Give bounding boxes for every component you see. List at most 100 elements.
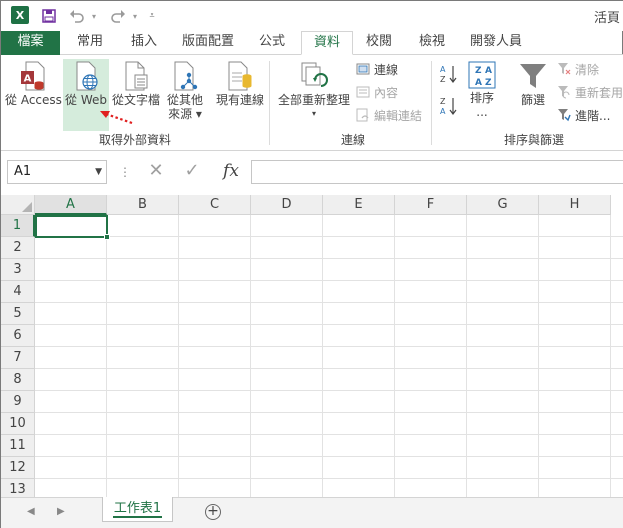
tab-data[interactable]: 資料 — [301, 31, 353, 55]
properties-label: 內容 — [374, 85, 399, 100]
column-header[interactable]: B — [107, 195, 179, 215]
sort-a-to-z-button[interactable]: A Z — [437, 63, 461, 85]
customize-qat-icon[interactable]: ⩡ — [146, 6, 158, 26]
column-header[interactable]: H — [539, 195, 611, 215]
tab-developer[interactable]: 開發人員 — [461, 31, 531, 55]
ribbon-tabs: 檔案 常用 插入 版面配置 公式 資料 校閱 檢視 開發人員 — [1, 31, 623, 55]
add-sheet-icon[interactable]: + — [205, 504, 221, 520]
filter-funnel-icon — [520, 64, 546, 88]
other-sources-icon — [174, 61, 198, 91]
sort-az-icon: A Z — [440, 65, 457, 84]
tab-file[interactable]: 檔案 — [1, 31, 60, 55]
column-header[interactable]: G — [467, 195, 539, 215]
undo-dropdown-icon[interactable]: ▾ — [88, 6, 100, 26]
sheet-tab-bar: ◀ ▶ 工作表1 + — [1, 497, 623, 528]
save-icon[interactable] — [39, 6, 59, 26]
connections-button[interactable]: 連線 — [356, 60, 398, 78]
sheet-tab-label: 工作表1 — [113, 501, 162, 516]
scroll-sheets-left-icon[interactable]: ◀ — [27, 506, 35, 517]
ribbon-data: A 從 Access 從 Web 從文字檔 從其他 來源 ▾ 現有連線 取得外部… — [1, 55, 623, 151]
from-access-button[interactable]: A 從 Access — [5, 59, 62, 119]
column-header[interactable]: F — [395, 195, 467, 215]
select-all-button[interactable] — [1, 195, 35, 215]
group-separator — [431, 61, 432, 145]
formula-bar: A1 ▼ ⋮ ✕ ✓ fx — [1, 151, 623, 195]
active-cell-a1[interactable] — [35, 215, 110, 240]
reapply-button[interactable]: 重新套用 — [557, 83, 623, 101]
tab-page-layout[interactable]: 版面配置 — [173, 31, 243, 55]
worksheet-grid: A B C D E F G H 1 2 3 4 5 6 7 8 9 10 11 … — [1, 195, 623, 497]
row-header[interactable]: 7 — [1, 347, 35, 369]
properties-button[interactable]: 內容 — [356, 83, 398, 101]
row-header[interactable]: 10 — [1, 413, 35, 435]
properties-icon — [356, 86, 370, 98]
sort-sublabel: ... — [476, 105, 488, 119]
row-header[interactable]: 8 — [1, 369, 35, 391]
edit-links-icon — [356, 108, 369, 122]
tab-formulas[interactable]: 公式 — [246, 31, 298, 55]
insert-function-button[interactable]: fx — [213, 160, 249, 184]
sort-z-to-a-button[interactable]: Z A — [437, 95, 461, 117]
from-other-label-1: 從其他 — [166, 93, 203, 107]
row-header[interactable]: 12 — [1, 457, 35, 479]
column-header[interactable]: E — [323, 195, 395, 215]
tab-home[interactable]: 常用 — [64, 31, 116, 55]
existing-connections-button[interactable]: 現有連線 — [213, 59, 267, 119]
confirm-entry-icon[interactable]: ✓ — [177, 160, 207, 184]
web-icon — [76, 61, 98, 91]
row-header[interactable]: 6 — [1, 325, 35, 347]
connections-icon — [356, 63, 370, 75]
tab-view[interactable]: 檢視 — [406, 31, 458, 55]
group-label-connections: 連線 — [341, 133, 366, 147]
svg-text:A: A — [440, 107, 446, 116]
svg-text:Z: Z — [440, 75, 446, 84]
sheet-tab-1[interactable]: 工作表1 — [102, 497, 173, 522]
svg-text:A: A — [440, 65, 446, 74]
title-bar: X ▾ ▾ ⩡ 活頁 — [1, 1, 623, 31]
row-header[interactable]: 2 — [1, 237, 35, 259]
tab-review[interactable]: 校閱 — [353, 31, 405, 55]
undo-icon[interactable] — [67, 6, 87, 26]
advanced-filter-button[interactable]: 進階... — [557, 106, 610, 124]
access-icon: A — [21, 61, 45, 91]
filter-button[interactable]: 篩選 — [515, 59, 551, 119]
cancel-entry-icon[interactable]: ✕ — [141, 160, 171, 184]
redo-icon[interactable] — [108, 6, 128, 26]
tab-insert[interactable]: 插入 — [118, 31, 170, 55]
row-header[interactable]: 1 — [1, 215, 35, 237]
name-box[interactable]: A1 ▼ — [7, 160, 107, 184]
svg-text:Z: Z — [485, 78, 492, 88]
refresh-all-button[interactable]: 全部重新整理 ▾ — [275, 59, 353, 119]
sort-icon: Z A A Z — [468, 61, 496, 89]
name-box-dropdown-icon[interactable]: ▼ — [95, 161, 102, 183]
row-header[interactable]: 3 — [1, 259, 35, 281]
existing-connections-icon — [228, 61, 252, 91]
row-header[interactable]: 5 — [1, 303, 35, 325]
sort-button[interactable]: Z A A Z 排序 ... — [465, 59, 499, 119]
cell-area[interactable] — [35, 215, 623, 497]
column-header[interactable]: D — [251, 195, 323, 215]
row-header[interactable]: 13 — [1, 479, 35, 497]
from-other-sources-button[interactable]: 從其他 來源 ▾ — [163, 59, 207, 121]
row-header[interactable]: 11 — [1, 435, 35, 457]
reapply-label: 重新套用 — [575, 85, 623, 100]
name-box-value: A1 — [14, 164, 32, 179]
fill-handle[interactable] — [104, 234, 110, 240]
edit-links-button[interactable]: 編輯連結 — [356, 106, 422, 124]
formula-bar-grip-icon[interactable]: ⋮ — [119, 165, 131, 179]
column-header[interactable]: A — [35, 195, 107, 215]
formula-input[interactable] — [251, 160, 623, 184]
sort-za-icon: Z A — [440, 97, 457, 116]
advanced-label: 進階... — [575, 108, 611, 123]
row-header[interactable]: 4 — [1, 281, 35, 303]
redo-dropdown-icon[interactable]: ▾ — [129, 6, 141, 26]
column-header[interactable]: C — [179, 195, 251, 215]
existing-connections-label: 現有連線 — [215, 93, 264, 107]
row-header[interactable]: 9 — [1, 391, 35, 413]
scroll-sheets-right-icon[interactable]: ▶ — [57, 506, 65, 517]
group-label-get-external: 取得外部資料 — [99, 133, 172, 147]
svg-text:A: A — [475, 78, 482, 88]
clear-filter-button[interactable]: 清除 — [557, 60, 599, 78]
filter-label: 篩選 — [520, 93, 545, 107]
refresh-all-dropdown-icon[interactable]: ▾ — [275, 107, 353, 121]
